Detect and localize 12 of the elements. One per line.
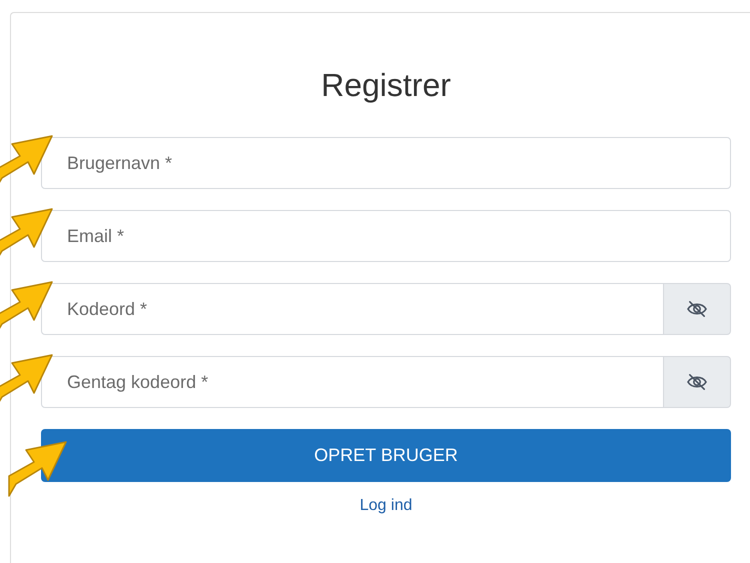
arrow-icon — [8, 440, 68, 498]
toggle-visibility-button[interactable] — [664, 356, 731, 408]
password-field[interactable]: Kodeord * — [41, 283, 664, 335]
password-field[interactable]: Gentag kodeord * — [41, 356, 664, 408]
create-user-button[interactable]: OPRET BRUGER — [41, 429, 731, 482]
form-title: Registrer — [320, 66, 452, 105]
toggle-visibility-button[interactable] — [664, 283, 731, 335]
login-link[interactable]: Log ind — [360, 494, 412, 518]
text-field[interactable]: Brugernavn * — [41, 137, 731, 189]
eye-slash-icon — [686, 373, 708, 391]
eye-slash-icon — [686, 300, 708, 318]
text-field[interactable]: Email * — [41, 210, 731, 262]
